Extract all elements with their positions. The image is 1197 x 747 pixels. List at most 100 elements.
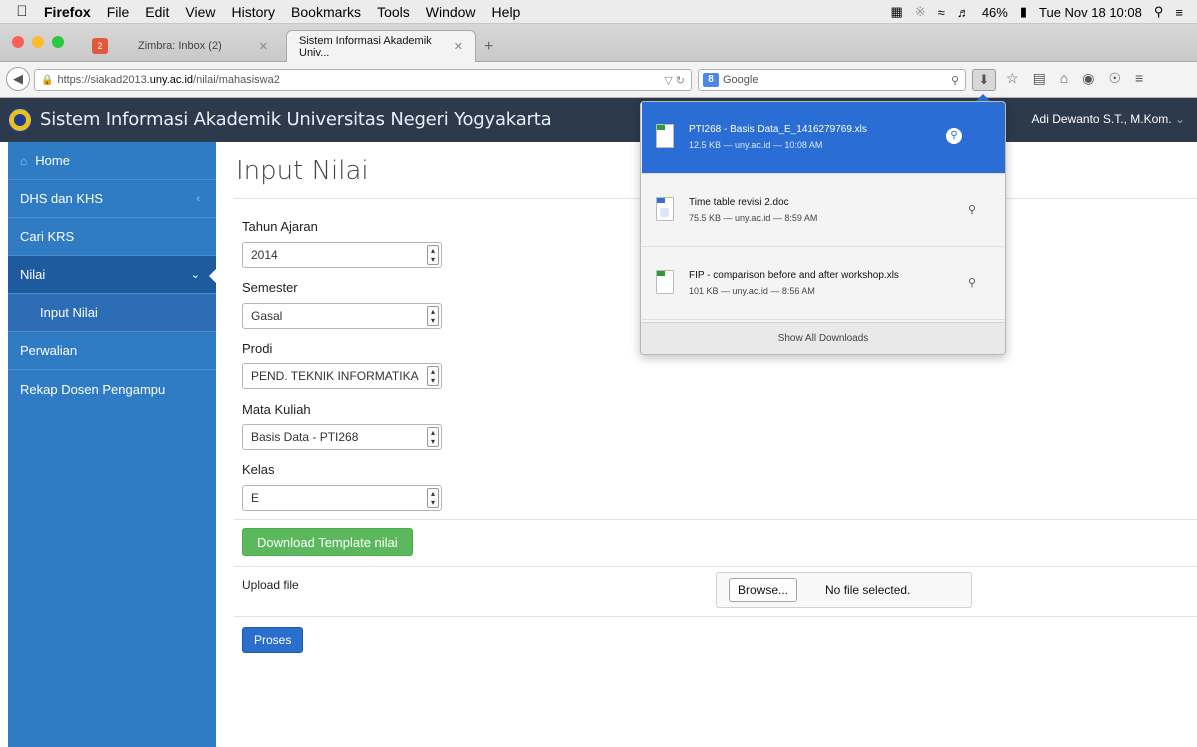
bookmark-star-icon[interactable]: ☆ [1006,70,1019,87]
mata-kuliah-label: Mata Kuliah [242,402,311,417]
download-item[interactable]: PTI268 - Basis Data_E_1416279769.xls 12.… [642,102,1005,174]
search-icon[interactable]: ⚲ [951,74,959,87]
spotlight-icon[interactable]: ⚲ [1154,4,1164,20]
chevron-down-icon: ⌄ [1174,112,1185,126]
prodi-select[interactable]: PEND. TEKNIK INFORMATIKA ▴ ▾ [242,363,442,389]
sidebar-item-rekap-dosen[interactable]: Rekap Dosen Pengampu [8,370,216,408]
google-engine-icon[interactable]: 8 [703,73,719,87]
home-icon[interactable]: ⌂ [1060,70,1068,87]
home-icon: ⌂ [20,153,28,168]
lock-icon: 🔒 [41,74,54,86]
close-tab-icon[interactable]: ✕ [454,40,463,53]
select-value: Basis Data - PTI268 [251,430,359,444]
sidebar-item-label: Perwalian [20,343,78,358]
back-button[interactable]: ◀ [6,67,30,91]
battery-icon[interactable]: ▮ [1020,4,1027,20]
menu-file[interactable]: File [107,4,130,20]
sidebar-item-dhs-khs[interactable]: DHS dan KHS ‹ [8,180,216,218]
show-in-folder-icon[interactable]: ⚲ [946,128,962,144]
clock[interactable]: Tue Nov 18 10:08 [1039,5,1142,20]
menu-bookmarks[interactable]: Bookmarks [291,4,361,20]
url-path: /nilai/mahasiswa2 [193,74,280,86]
menu-help[interactable]: Help [492,4,521,20]
download-item[interactable]: Time table revisi 2.doc 75.5 KB — uny.ac… [642,175,1005,247]
reload-icon[interactable]: ▽ ↻ [664,74,685,87]
select-arrows-icon: ▴ ▾ [427,306,439,326]
battery-percent[interactable]: 46% [982,5,1008,20]
sidebar-item-label: Home [35,153,70,168]
user-menu[interactable]: Adi Dewanto S.T., M.Kom. ⌄ [1032,112,1185,126]
semester-select[interactable]: Gasal ▴ ▾ [242,303,442,329]
show-in-folder-icon[interactable]: ⚲ [968,203,976,216]
chevron-down-icon: ⌄ [190,269,200,281]
minimize-window-button[interactable] [32,36,44,48]
select-value: E [251,491,260,505]
uny-logo[interactable] [7,107,33,133]
menu-tools[interactable]: Tools [377,4,410,20]
tab-siakad[interactable]: Sistem Informasi Akademik Univ... ✕ [286,30,476,62]
select-arrows-icon: ▴ ▾ [427,366,439,386]
search-bar[interactable]: 8 Google ⚲ [698,69,966,91]
xls-file-icon [656,270,674,294]
upload-file-label: Upload file [242,578,299,592]
zoom-window-button[interactable] [52,36,64,48]
semester-label: Semester [242,280,298,295]
bluetooth-icon[interactable]: ※ [915,4,926,20]
reading-list-icon[interactable]: ▤ [1033,70,1046,87]
menu-edit[interactable]: Edit [145,4,169,20]
doc-file-icon [656,197,674,221]
kelas-select[interactable]: E ▴ ▾ [242,485,442,511]
user-name: Adi Dewanto S.T., M.Kom. [1031,112,1172,126]
wifi-icon[interactable]: ≈ [938,5,945,20]
tahun-ajaran-select[interactable]: 2014 ▴ ▾ [242,242,442,268]
window-controls [12,36,64,48]
close-window-button[interactable] [12,36,24,48]
mata-kuliah-select[interactable]: Basis Data - PTI268 ▴ ▾ [242,424,442,450]
sidebar-item-perwalian[interactable]: Perwalian [8,332,216,370]
proses-button[interactable]: Proses [242,627,304,653]
file-input[interactable]: Browse... No file selected. [716,572,972,608]
addon-icon[interactable]: ◉ [1082,70,1094,87]
sidebar: ⌂ Home DHS dan KHS ‹ Cari KRS Nilai ⌄ In… [8,142,217,747]
sidebar-item-input-nilai[interactable]: Input Nilai [8,294,216,332]
divider [234,566,1197,567]
download-filename: PTI268 - Basis Data_E_1416279769.xls [689,124,867,135]
sidebar-item-cari-krs[interactable]: Cari KRS [8,218,216,256]
site-header: Sistem Informasi Akademik Universitas Ne… [0,98,1197,142]
sidebar-item-nilai[interactable]: Nilai ⌄ [8,256,217,294]
tab-title: Sistem Informasi Akademik Univ... [299,34,432,59]
menu-hamburger-icon[interactable]: ≡ [1135,70,1143,87]
menu-view[interactable]: View [185,4,215,20]
sync-icon[interactable]: ☉ [1108,70,1121,87]
show-all-downloads-button[interactable]: Show All Downloads [641,322,1005,354]
select-value: PEND. TEKNIK INFORMATIKA [251,369,419,383]
select-arrows-icon: ▴ ▾ [427,488,439,508]
url-bar[interactable]: 🔒 https://siakad2013. uny.ac.id/nilai/mah… [34,69,692,91]
show-in-folder-icon[interactable]: ⚲ [968,276,976,289]
downloads-button[interactable]: ⬇ [972,69,996,91]
tab-zimbra[interactable]: 2 Zimbra: Inbox (2) ✕ [80,30,280,62]
site-title[interactable]: Sistem Informasi Akademik Universitas Ne… [40,109,552,130]
downloads-panel: PTI268 - Basis Data_E_1416279769.xls 12.… [640,101,1006,355]
download-item[interactable]: FIP - comparison before and after worksh… [642,248,1005,320]
toolbar-icons: ☆ ▤ ⌂ ◉ ☉ ≡ [1006,70,1143,87]
menu-window[interactable]: Window [426,4,476,20]
apple-icon[interactable]:  [0,3,44,20]
download-template-button[interactable]: Download Template nilai [242,528,413,556]
divider [234,616,1197,617]
new-tab-icon[interactable]: + [484,38,493,56]
xls-file-icon [656,124,674,148]
window-switcher-icon[interactable]: ▦ [890,4,902,20]
mac-menubar:  Firefox File Edit View History Bookmar… [0,0,1197,24]
volume-icon[interactable]: ♬ [957,5,970,20]
notification-center-icon[interactable]: ≡ [1175,5,1183,20]
browse-button[interactable]: Browse... [729,578,798,602]
menu-history[interactable]: History [231,4,275,20]
status-area: ▦ ※ ≈ ♬ 46% ▮ Tue Nov 18 10:08 ⚲ ≡ [890,0,1183,24]
menu-app-firefox[interactable]: Firefox [44,4,91,20]
sidebar-item-home[interactable]: ⌂ Home [8,142,216,180]
sidebar-item-label: DHS dan KHS [20,191,104,206]
close-tab-icon[interactable]: ✕ [259,40,268,53]
sidebar-item-label: Rekap Dosen Pengampu [20,381,166,397]
select-arrows-icon: ▴ ▾ [427,427,439,447]
